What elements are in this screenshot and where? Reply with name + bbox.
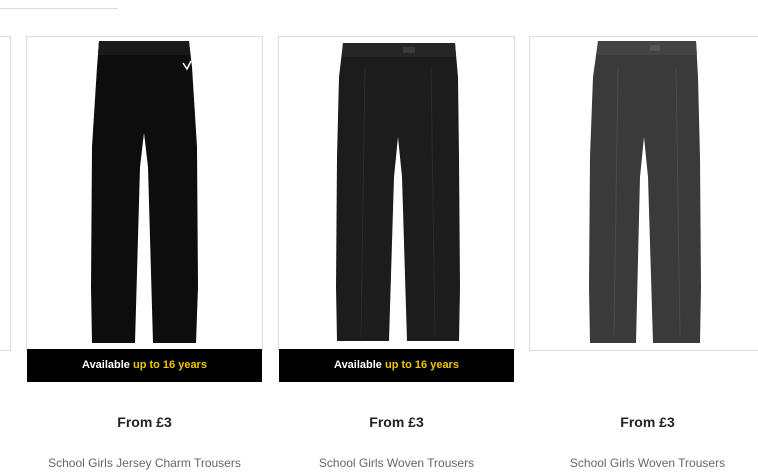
product-card[interactable]: Available up to 16 years From £3 School … [278,0,515,475]
product-price: From £3 [117,414,172,430]
product-name[interactable]: School Girls Woven Trousers [278,456,515,470]
product-name[interactable]: School Girls Jersey Charm Trousers [26,456,263,470]
availability-banner: Available up to 16 years [279,349,514,382]
product-image[interactable] [278,36,515,351]
product-image[interactable] [26,36,263,351]
product-price: From £3 [620,414,675,430]
previous-product-card-edge[interactable] [0,36,11,351]
availability-banner: Available up to 16 years [27,349,262,382]
product-card[interactable]: From £3 School Girls Woven Trousers [529,0,758,475]
trousers-image-icon [336,43,460,341]
trousers-image-icon [91,41,198,343]
product-image[interactable] [529,36,758,351]
product-card[interactable]: Available up to 16 years From £3 School … [26,0,263,475]
trousers-image-icon [589,41,701,343]
product-name[interactable]: School Girls Woven Trousers [529,456,758,470]
product-price: From £3 [369,414,424,430]
